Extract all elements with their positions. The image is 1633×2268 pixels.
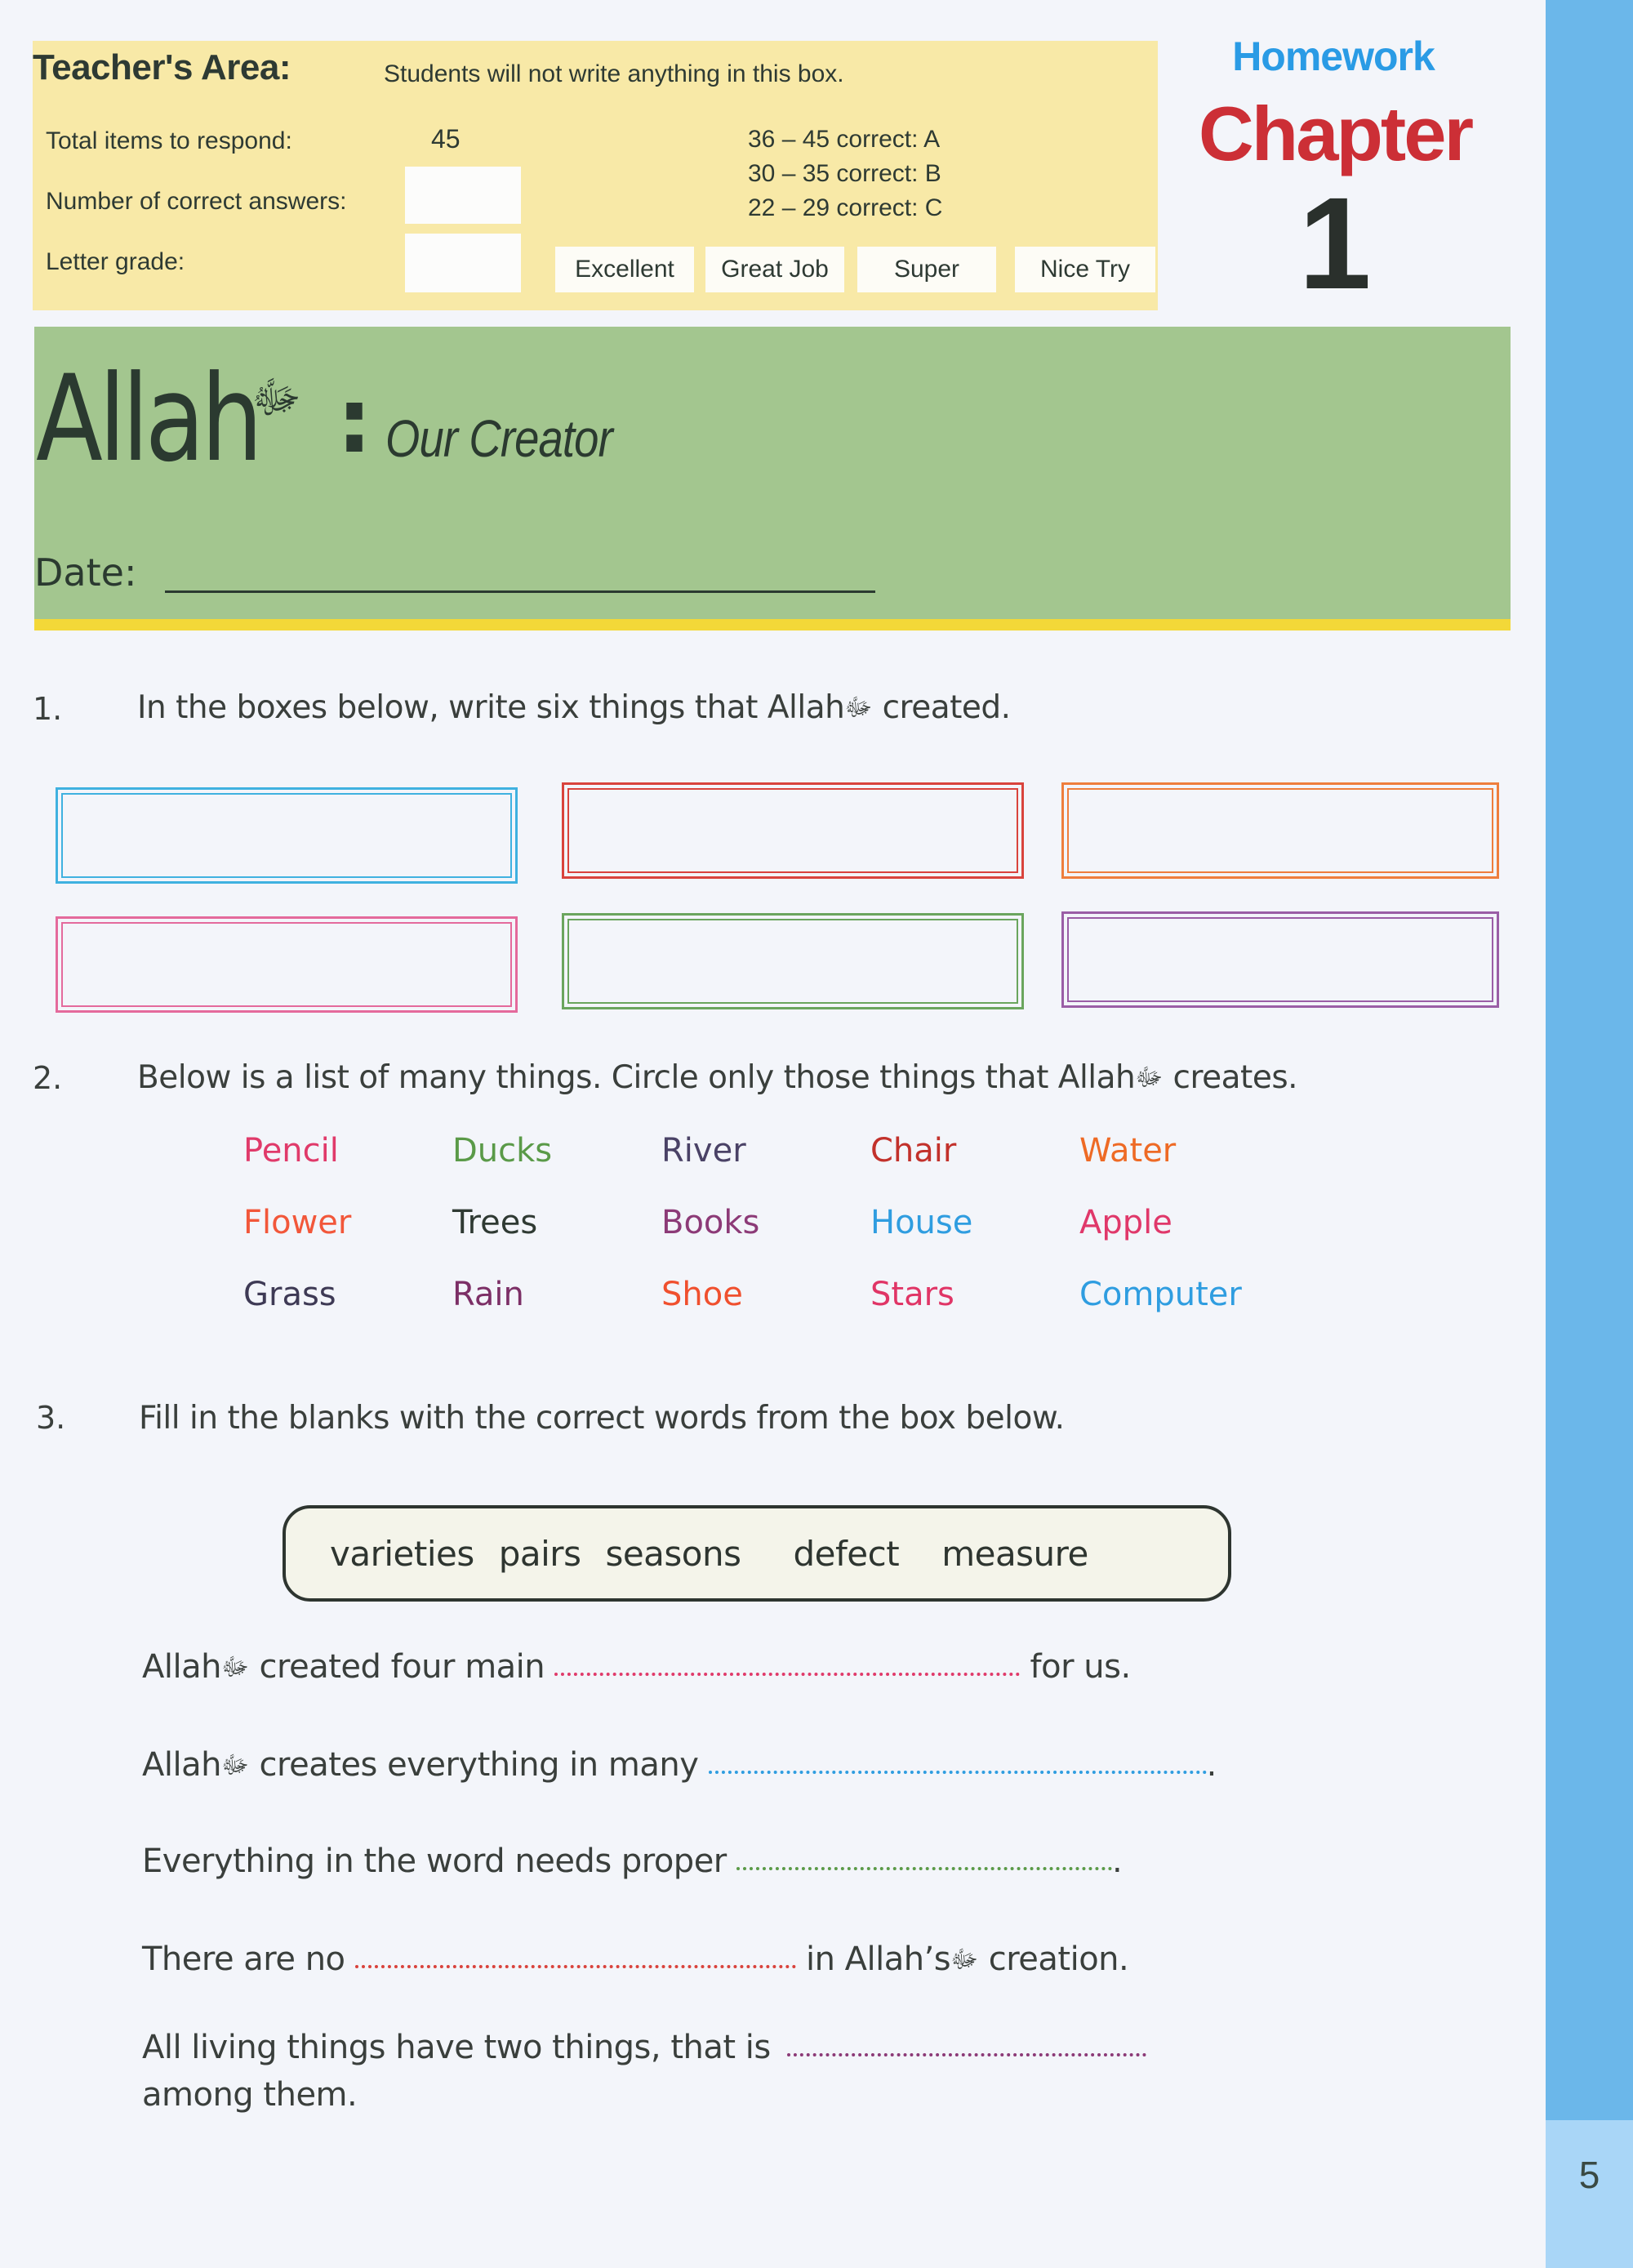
sentence-text: .	[1206, 1746, 1217, 1784]
bank-word-measure: measure	[941, 1533, 1088, 1574]
sentence-text: There are no	[142, 1940, 355, 1978]
question-2-text-before: Below is a list of many things. Circle o…	[137, 1059, 1136, 1096]
fill-sentence-2: Allahﷻ creates everything in many .	[142, 1746, 1217, 1785]
teacher-area: Teacher's Area: Students will not write …	[33, 41, 1158, 310]
sentence-text: Allah	[142, 1746, 221, 1784]
question-1-number: 1.	[33, 691, 63, 727]
question-3-text: Fill in the blanks with the correct word…	[139, 1400, 1065, 1437]
answer-box-3[interactable]	[1061, 782, 1499, 879]
sentence-text: .	[1111, 1842, 1123, 1880]
bank-word-pairs: pairs	[498, 1533, 581, 1574]
word-water[interactable]: Water	[1079, 1132, 1176, 1170]
word-pencil[interactable]: Pencil	[243, 1132, 339, 1170]
chapter-label: Chapter	[1198, 91, 1474, 176]
total-items-value: 45	[431, 124, 461, 154]
sentence-text: created four main	[248, 1648, 555, 1686]
blank-defect[interactable]	[354, 1963, 796, 1968]
date-label: Date:	[34, 550, 137, 595]
side-color-strip	[1546, 0, 1633, 2120]
answer-box-1[interactable]	[56, 787, 518, 884]
letter-grade-label: Letter grade:	[46, 248, 185, 275]
word-chair[interactable]: Chair	[870, 1132, 956, 1170]
sentence-text: creation.	[978, 1940, 1129, 1978]
fill-sentence-5: All living things have two things, that …	[142, 2024, 1146, 2119]
grading-scale-c: 22 – 29 correct: C	[748, 194, 943, 221]
praise-super[interactable]: Super	[857, 247, 996, 292]
page-title: Allah	[36, 350, 263, 488]
honorific-icon: ﷻ	[844, 693, 873, 722]
word-rain[interactable]: Rain	[452, 1276, 524, 1313]
answer-box-5[interactable]	[562, 913, 1024, 1009]
word-flower[interactable]: Flower	[243, 1204, 351, 1241]
total-items-label: Total items to respond:	[46, 127, 292, 154]
word-grass[interactable]: Grass	[243, 1276, 336, 1313]
sentence-text-line-2: among them.	[142, 2076, 358, 2114]
page-number: 5	[1578, 2154, 1600, 2196]
page-subtitle: Our Creator	[385, 409, 613, 468]
fill-sentence-4: There are no in Allah’sﷻ creation.	[142, 1940, 1129, 1980]
title-yellow-stripe	[34, 619, 1511, 630]
chapter-number: 1	[1298, 170, 1372, 316]
word-ducks[interactable]: Ducks	[452, 1132, 552, 1170]
honorific-icon: ﷻ	[1135, 1063, 1164, 1092]
grading-scale-b: 30 – 35 correct: B	[748, 160, 941, 187]
praise-great-job[interactable]: Great Job	[705, 247, 844, 292]
question-1-text: In the boxes below, write six things tha…	[137, 689, 1011, 728]
letter-grade-field[interactable]	[405, 234, 521, 292]
honorific-icon: ﷻ	[220, 1751, 249, 1780]
correct-answers-label: Number of correct answers:	[46, 188, 347, 215]
sentence-text: for us.	[1020, 1648, 1132, 1686]
fill-sentence-1: Allahﷻ created four main for us.	[142, 1648, 1131, 1687]
question-2-text-after: creates.	[1163, 1059, 1298, 1096]
honorific-icon: ﷻ	[950, 1945, 979, 1974]
fill-sentence-3: Everything in the word needs proper .	[142, 1842, 1123, 1880]
correct-answers-field[interactable]	[405, 167, 521, 224]
date-field[interactable]	[165, 590, 875, 593]
word-computer[interactable]: Computer	[1079, 1276, 1242, 1313]
answer-box-2[interactable]	[562, 782, 1024, 879]
praise-excellent[interactable]: Excellent	[555, 247, 694, 292]
sentence-text: Allah	[142, 1648, 221, 1686]
sentence-text: creates everything in many	[248, 1746, 709, 1784]
sentence-text: in Allah’s	[795, 1940, 951, 1978]
sentence-text: Everything in the word needs proper	[142, 1842, 736, 1880]
question-2-text: Below is a list of many things. Circle o…	[137, 1059, 1298, 1098]
teacher-area-note: Students will not write anything in this…	[384, 60, 844, 87]
word-stars[interactable]: Stars	[870, 1276, 954, 1313]
question-1-text-before: In the boxes below, write six things tha…	[137, 689, 845, 726]
praise-nice-try[interactable]: Nice Try	[1015, 247, 1155, 292]
answer-box-4[interactable]	[56, 916, 518, 1013]
word-bank: varieties pairs seasons defect measure	[283, 1505, 1231, 1602]
word-house[interactable]: House	[870, 1204, 972, 1241]
blank-pairs[interactable]	[786, 2052, 1146, 2056]
blank-varieties[interactable]	[708, 1769, 1207, 1774]
question-3-number: 3.	[36, 1400, 66, 1436]
honorific-calligraphy-icon: ﷻ	[251, 372, 301, 423]
bank-word-defect: defect	[793, 1533, 900, 1574]
grading-scale-a: 36 – 45 correct: A	[748, 126, 941, 153]
title-colon: :	[336, 368, 372, 473]
honorific-icon: ﷻ	[220, 1653, 249, 1682]
word-river[interactable]: River	[661, 1132, 746, 1170]
title-banner: Allah ﷻ : Our Creator Date:	[34, 327, 1511, 619]
bank-word-varieties: varieties	[330, 1533, 474, 1574]
teacher-area-title: Teacher's Area:	[33, 47, 291, 87]
bank-word-seasons: seasons	[605, 1533, 741, 1574]
word-shoe[interactable]: Shoe	[661, 1276, 743, 1313]
blank-seasons[interactable]	[554, 1671, 1021, 1676]
sentence-text: All living things have two things, that …	[142, 2029, 781, 2066]
homework-label: Homework	[1232, 33, 1435, 79]
word-apple[interactable]: Apple	[1079, 1204, 1172, 1241]
question-2-number: 2.	[33, 1060, 63, 1096]
word-books[interactable]: Books	[661, 1204, 759, 1241]
word-trees[interactable]: Trees	[452, 1204, 537, 1241]
answer-box-6[interactable]	[1061, 911, 1499, 1008]
question-1-text-after: created.	[872, 689, 1011, 726]
blank-measure[interactable]	[736, 1865, 1112, 1870]
